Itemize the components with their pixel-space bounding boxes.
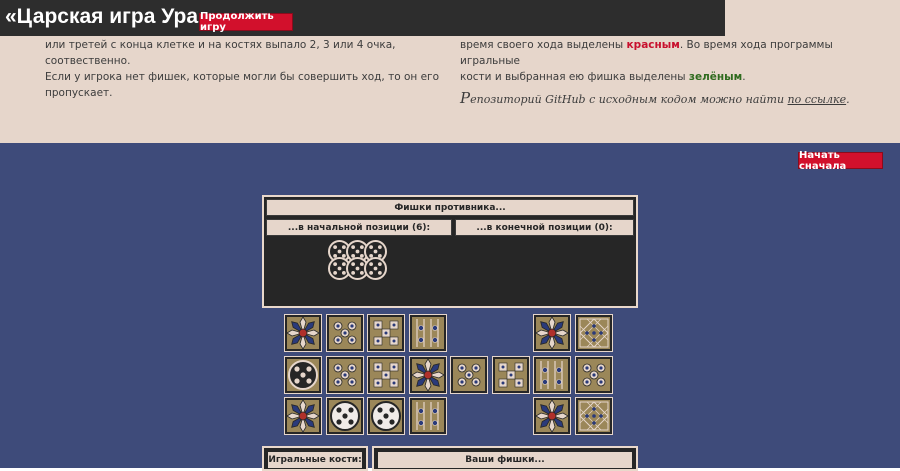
board-square[interactable] — [533, 314, 571, 352]
rules-text-line: или третей с конца клетке и на костях вы… — [45, 39, 396, 67]
eyes-pattern-icon — [582, 363, 605, 386]
rules-text-line: Если у игрока нет фишек, которые могли б… — [45, 71, 440, 99]
board-square[interactable] — [367, 314, 405, 352]
eyes-pattern-icon — [457, 363, 481, 386]
rosette-pattern-icon — [286, 316, 320, 350]
repository-note: Репозиторий GitHub с исходным кодом можн… — [460, 89, 850, 107]
diamond-pattern-icon — [578, 318, 609, 348]
board-square[interactable] — [574, 397, 613, 435]
board-square[interactable] — [325, 397, 364, 435]
board-square[interactable] — [574, 355, 613, 394]
board-square[interactable] — [284, 314, 322, 352]
dots-pattern-icon — [373, 362, 399, 387]
title-bar: «Царская игра Ура» Продолжить игру — [0, 0, 725, 36]
opponent-start-label: ...в начальной позиции (6): — [266, 219, 452, 236]
board-square[interactable] — [284, 355, 322, 394]
highlight-green: зелёным — [688, 71, 743, 83]
rules-text: кости и выбранная ею фишка выделены — [460, 71, 689, 83]
rules-text: . — [742, 71, 746, 83]
lines-pattern-icon — [540, 360, 563, 389]
board-square[interactable] — [533, 397, 571, 435]
your-pieces-label: Ваши фишки... — [378, 452, 632, 468]
repo-end: . — [846, 93, 850, 106]
board-square[interactable] — [284, 397, 322, 435]
player-piece[interactable] — [371, 401, 401, 431]
dice-panel: Игральные кости: — [262, 446, 368, 471]
rules-left-column: или третей с конца клетке и на костях вы… — [45, 37, 450, 101]
eyes-pattern-icon — [333, 321, 356, 345]
board-square[interactable] — [574, 314, 613, 352]
rosette-pattern-icon — [286, 399, 320, 433]
board-square[interactable] — [367, 355, 405, 394]
repo-text: епозиторий GitHub с исходным кодом можно… — [470, 93, 788, 106]
repo-initial: Р — [460, 89, 471, 107]
repo-link[interactable]: по ссылке — [788, 93, 847, 106]
game-board — [284, 314, 619, 439]
player-piece[interactable] — [329, 401, 360, 431]
rules-text: время своего хода выделены — [460, 39, 627, 51]
board-square[interactable] — [325, 355, 364, 394]
restart-button[interactable]: Начать сначала — [798, 150, 883, 172]
opponent-start-piece — [364, 257, 387, 280]
board-square[interactable] — [408, 397, 447, 435]
rules-text-line: время своего хода выделены красным. Во в… — [460, 37, 880, 69]
lines-pattern-icon — [415, 319, 439, 347]
dots-pattern-icon — [373, 320, 399, 346]
dice-label: Игральные кости: — [268, 452, 362, 468]
board-square[interactable] — [408, 355, 447, 394]
board-square[interactable] — [533, 355, 571, 394]
rosette-pattern-icon — [535, 399, 569, 433]
continue-game-button[interactable]: Продолжить игру — [199, 11, 293, 33]
opponent-pieces-panel: Фишки противника... ...в начальной позиц… — [262, 195, 638, 308]
opponent-piece[interactable] — [288, 359, 318, 390]
rules-text-line: кости и выбранная ею фишка выделены зелё… — [460, 69, 880, 85]
eyes-pattern-icon — [333, 363, 356, 386]
board-square[interactable] — [367, 397, 405, 435]
your-pieces-panel: Ваши фишки... — [372, 446, 638, 471]
rosette-pattern-icon — [535, 316, 569, 350]
lines-pattern-icon — [415, 402, 439, 430]
opponent-end-label: ...в конечной позиции (0): — [455, 219, 634, 236]
opponent-pieces-header: Фишки противника... — [266, 199, 634, 216]
board-square[interactable] — [408, 314, 447, 352]
board-square[interactable] — [450, 355, 488, 394]
highlight-red: красным — [626, 39, 680, 51]
page-title: «Царская игра Ура» — [5, 5, 210, 28]
board-square[interactable] — [325, 314, 364, 352]
dots-pattern-icon — [498, 362, 523, 387]
diamond-pattern-icon — [578, 401, 609, 431]
board-square[interactable] — [491, 355, 530, 394]
rosette-pattern-icon — [410, 357, 445, 392]
